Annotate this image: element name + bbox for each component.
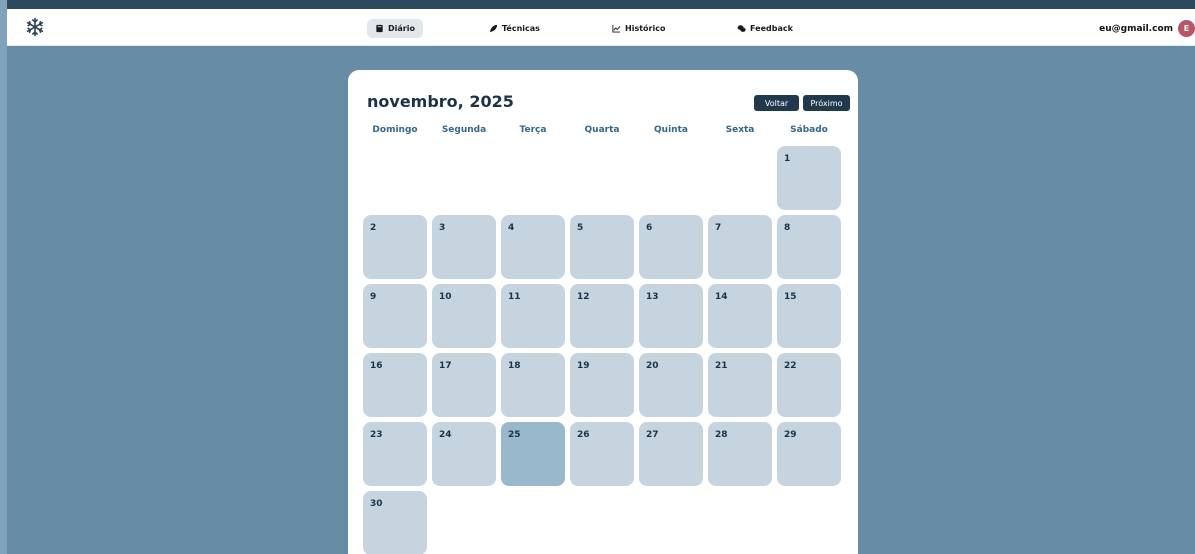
nav-tecnicas[interactable]: Técnicas (481, 19, 548, 38)
day-cell[interactable]: 15 (777, 284, 841, 348)
day-number: 18 (508, 361, 521, 371)
top-navbar: Diário Técnicas Histórico Feedback eu@gm… (7, 9, 1195, 46)
nav-feedback[interactable]: Feedback (729, 19, 801, 38)
day-number: 10 (439, 292, 452, 302)
day-number: 27 (646, 430, 659, 440)
weekday-header: Sábado (790, 125, 828, 135)
day-number: 28 (715, 430, 728, 440)
day-cell[interactable]: 28 (708, 422, 772, 486)
day-number: 16 (370, 361, 383, 371)
weekday-header: Domingo (372, 125, 418, 135)
day-cell[interactable]: 2 (363, 215, 427, 279)
day-number: 23 (370, 430, 383, 440)
day-cell-today[interactable]: 25 (501, 422, 565, 486)
day-cell[interactable]: 14 (708, 284, 772, 348)
day-number: 8 (784, 223, 791, 233)
user-menu[interactable]: eu@gmail.com E (1099, 19, 1195, 38)
day-number: 12 (577, 292, 590, 302)
day-number: 19 (577, 361, 590, 371)
day-cell[interactable]: 3 (432, 215, 496, 279)
day-number: 5 (577, 223, 584, 233)
chart-line-icon (612, 24, 621, 33)
day-cell[interactable]: 17 (432, 353, 496, 417)
weekday-header: Segunda (441, 125, 487, 135)
day-cell[interactable]: 6 (639, 215, 703, 279)
user-email: eu@gmail.com (1099, 23, 1173, 34)
leaf-icon (489, 24, 498, 33)
weekday-header: Quarta (584, 125, 620, 135)
day-cell[interactable]: 23 (363, 422, 427, 486)
day-cell[interactable]: 12 (570, 284, 634, 348)
day-number: 6 (646, 223, 653, 233)
day-number: 25 (508, 430, 521, 440)
day-cell[interactable]: 27 (639, 422, 703, 486)
nav-label-feedback: Feedback (750, 24, 793, 33)
day-number: 17 (439, 361, 452, 371)
day-cell[interactable]: 11 (501, 284, 565, 348)
day-number: 3 (439, 223, 446, 233)
day-number: 24 (439, 430, 452, 440)
day-number: 2 (370, 223, 377, 233)
day-cell[interactable]: 22 (777, 353, 841, 417)
day-cell[interactable]: 1 (777, 146, 841, 210)
nav-historico[interactable]: Histórico (604, 19, 673, 38)
day-number: 26 (577, 430, 590, 440)
nav-label-diario: Diário (388, 24, 415, 33)
day-number: 7 (715, 223, 722, 233)
day-number: 4 (508, 223, 515, 233)
day-cell[interactable]: 20 (639, 353, 703, 417)
day-number: 29 (784, 430, 797, 440)
day-cell[interactable]: 13 (639, 284, 703, 348)
day-cell[interactable]: 7 (708, 215, 772, 279)
day-cell[interactable]: 9 (363, 284, 427, 348)
day-number: 9 (370, 292, 377, 302)
day-cell[interactable]: 26 (570, 422, 634, 486)
nav-label-historico: Histórico (625, 24, 666, 33)
day-cell[interactable]: 8 (777, 215, 841, 279)
day-cell[interactable]: 29 (777, 422, 841, 486)
day-cell[interactable]: 21 (708, 353, 772, 417)
day-cell[interactable]: 4 (501, 215, 565, 279)
nav-label-tecnicas: Técnicas (502, 24, 540, 33)
window-frame-top (0, 0, 1195, 9)
next-month-button[interactable]: Próximo (803, 95, 850, 111)
window-frame-left (0, 0, 7, 554)
day-cell[interactable]: 24 (432, 422, 496, 486)
day-number: 14 (715, 292, 728, 302)
day-cell[interactable]: 19 (570, 353, 634, 417)
month-title: novembro, 2025 (367, 92, 514, 111)
day-cell[interactable]: 18 (501, 353, 565, 417)
calendar-card: novembro, 2025 Voltar Próximo Domingo Se… (348, 70, 858, 554)
day-cell[interactable]: 10 (432, 284, 496, 348)
day-cell[interactable]: 5 (570, 215, 634, 279)
book-icon (376, 24, 383, 33)
day-number: 15 (784, 292, 797, 302)
weekday-header: Terça (519, 125, 547, 135)
day-cell[interactable]: 16 (363, 353, 427, 417)
avatar[interactable]: E (1178, 20, 1195, 37)
weekday-header: Quinta (654, 125, 688, 135)
day-number: 11 (508, 292, 521, 302)
chat-bubbles-icon (737, 25, 746, 32)
day-number: 20 (646, 361, 659, 371)
day-cell[interactable]: 30 (363, 491, 427, 554)
day-number: 1 (784, 154, 791, 164)
day-number: 13 (646, 292, 659, 302)
snowflake-logo-icon[interactable] (25, 17, 45, 37)
day-number: 21 (715, 361, 728, 371)
nav-diario[interactable]: Diário (367, 19, 423, 38)
weekday-header: Sexta (725, 125, 755, 135)
day-number: 22 (784, 361, 797, 371)
previous-month-button[interactable]: Voltar (754, 95, 799, 111)
day-number: 30 (370, 499, 383, 509)
